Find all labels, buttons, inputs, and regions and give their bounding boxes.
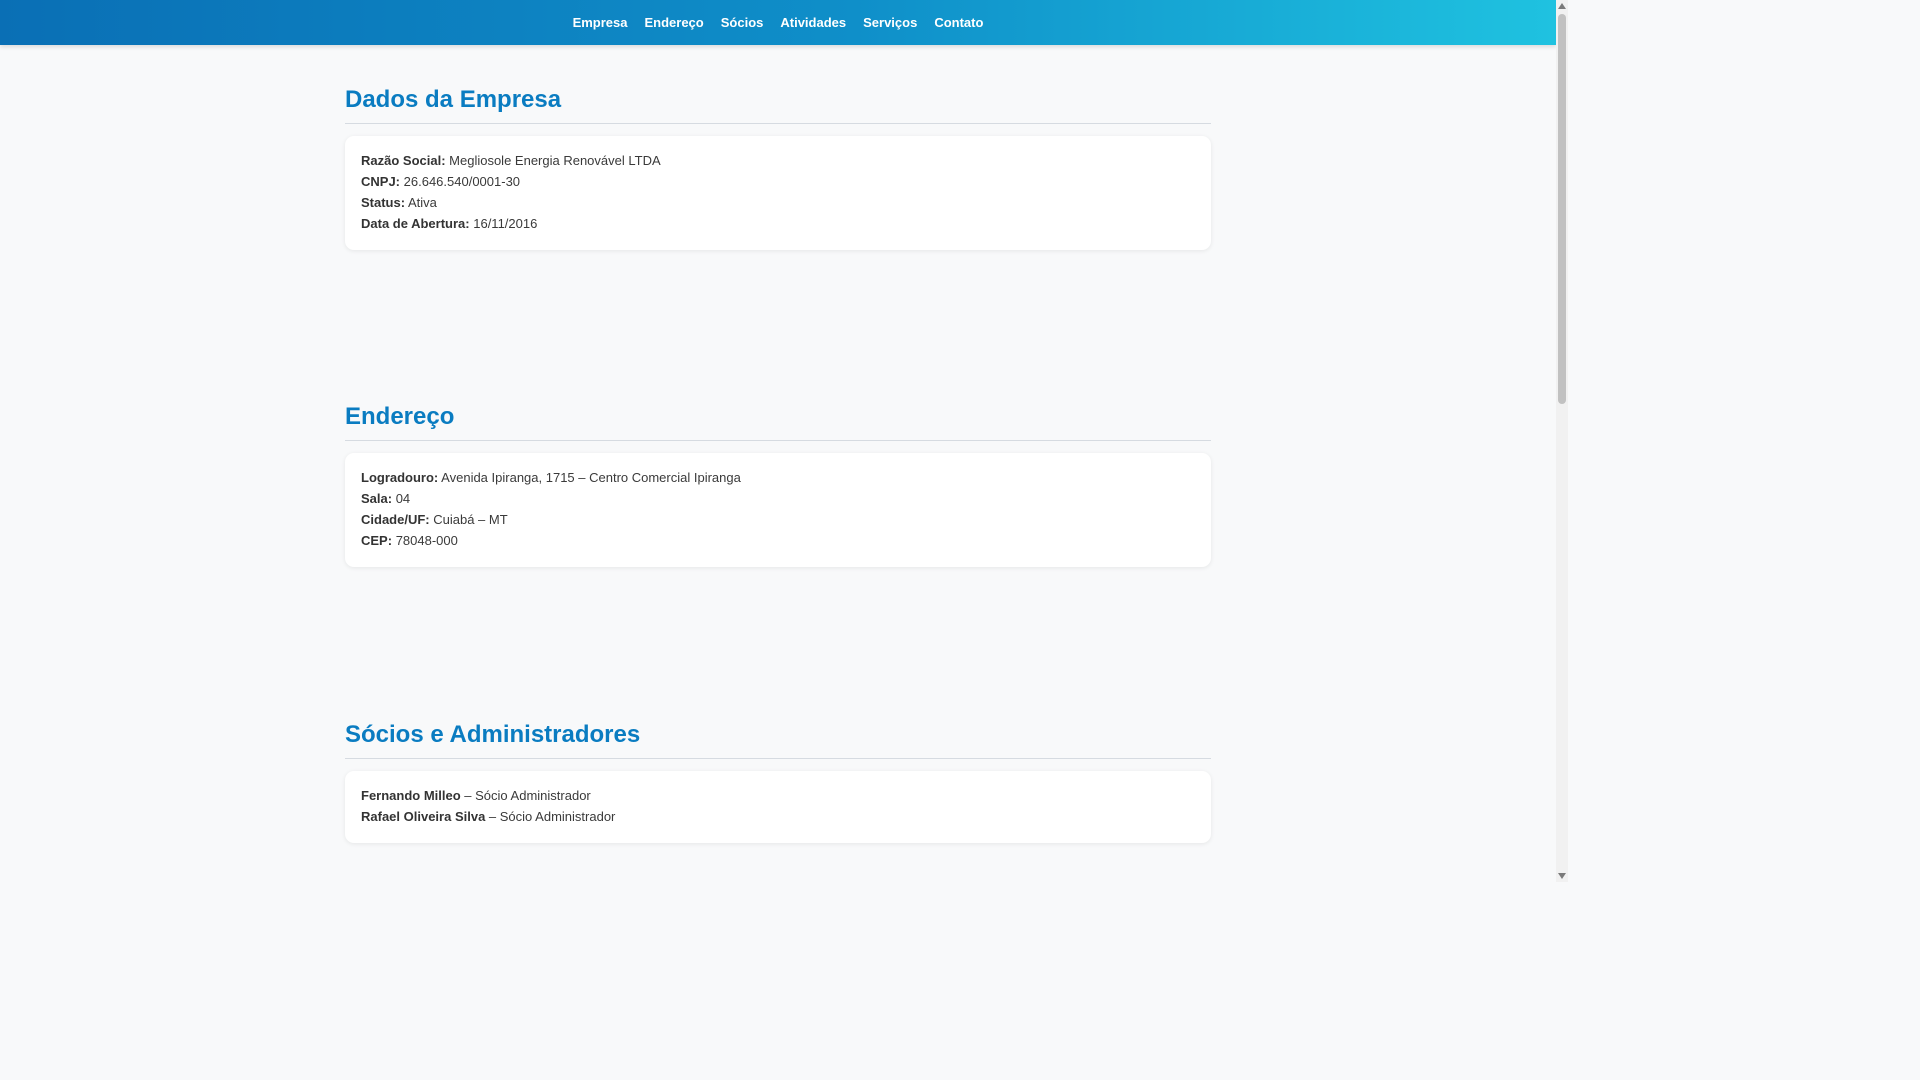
section-divider [345,758,1211,759]
section-endereco: Endereço Logradouro: Avenida Ipiranga, 1… [345,402,1211,567]
cnpj-value: 26.646.540/0001-30 [403,174,521,189]
sala-label: Sala: [361,491,393,506]
nav-item-empresa: Empresa [573,14,628,32]
socio-role: – Sócio Administrador [464,788,591,803]
empresa-card: Razão Social: Megliosole Energia Renováv… [345,136,1211,250]
nav-link-atividades[interactable]: Atividades [780,15,846,30]
cidade-uf-value: Cuiabá – MT [433,512,508,527]
cep-value: 78048-000 [395,533,458,548]
nav-link-contato[interactable]: Contato [934,15,983,30]
data-abertura-value: 16/11/2016 [473,216,538,231]
cep-label: CEP: [361,533,393,548]
nav-item-socios: Sócios [721,14,764,32]
cidade-uf-label: Cidade/UF: [361,512,430,527]
logradouro-label: Logradouro: [361,470,439,485]
nav-link-socios[interactable]: Sócios [721,15,764,30]
status-row: Status: Ativa [361,192,1195,213]
logradouro-row: Logradouro: Avenida Ipiranga, 1715 – Cen… [361,467,1195,488]
section-title-endereco: Endereço [345,403,455,430]
section-title-empresa: Dados da Empresa [345,86,562,113]
section-divider [345,123,1211,124]
scroll-down-arrow-icon[interactable] [1558,873,1566,879]
nav-link-servicos[interactable]: Serviços [863,15,917,30]
nav-item-atividades: Atividades [780,14,846,32]
socios-card: Fernando Milleo – Sócio Administrador Ra… [345,771,1211,843]
cnpj-label: CNPJ: [361,174,401,189]
cep-row: CEP: 78048-000 [361,530,1195,551]
top-navbar: Empresa Endereço Sócios Atividades Servi… [0,0,1556,45]
data-abertura-label: Data de Abertura: [361,216,470,231]
nav-link-empresa[interactable]: Empresa [573,15,628,30]
scroll-up-arrow-icon[interactable] [1558,3,1566,9]
section-empresa: Dados da Empresa Razão Social: Megliosol… [345,85,1211,250]
data-abertura-row: Data de Abertura: 16/11/2016 [361,213,1195,234]
nav-item-servicos: Serviços [863,14,917,32]
socio-row: Fernando Milleo – Sócio Administrador [361,785,1195,806]
nav-item-endereco: Endereço [644,14,703,32]
sala-row: Sala: 04 [361,488,1195,509]
nav-item-contato: Contato [934,14,983,32]
socio-name: Fernando Milleo [361,788,461,803]
section-title-socios: Sócios e Administradores [345,721,641,748]
status-value: Ativa [407,195,437,210]
razao-social-label: Razão Social: [361,153,446,168]
section-socios: Sócios e Administradores Fernando Milleo… [345,720,1211,843]
razao-social-row: Razão Social: Megliosole Energia Renováv… [361,150,1195,171]
nav-link-endereco[interactable]: Endereço [644,15,703,30]
nav-menu: Empresa Endereço Sócios Atividades Servi… [573,14,984,32]
section-divider [345,440,1211,441]
status-label: Status: [361,195,406,210]
sala-value: 04 [395,491,411,506]
socio-name: Rafael Oliveira Silva [361,809,486,824]
endereco-card: Logradouro: Avenida Ipiranga, 1715 – Cen… [345,453,1211,567]
razao-social-value: Megliosole Energia Renovável LTDA [449,153,661,168]
socio-row: Rafael Oliveira Silva – Sócio Administra… [361,806,1195,827]
logradouro-value: Avenida Ipiranga, 1715 – Centro Comercia… [441,470,741,485]
page: Empresa Endereço Sócios Atividades Servi… [0,0,1556,882]
cnpj-row: CNPJ: 26.646.540/0001-30 [361,171,1195,192]
scrollbar-thumb[interactable] [1558,14,1566,404]
socio-role: – Sócio Administrador [488,809,616,824]
cidade-uf-row: Cidade/UF: Cuiabá – MT [361,509,1195,530]
page-scrollbar[interactable] [1556,0,1568,882]
